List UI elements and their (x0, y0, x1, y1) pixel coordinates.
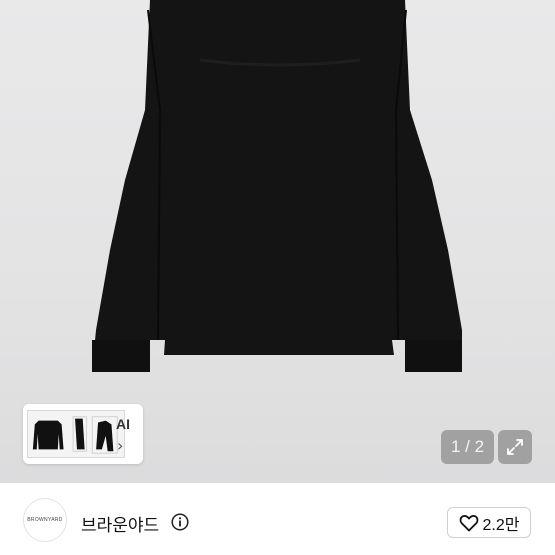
info-icon[interactable] (171, 513, 189, 531)
ai-label[interactable]: AI (116, 416, 130, 432)
thumbnail-image (27, 410, 125, 458)
expand-icon (507, 439, 523, 455)
ai-thumbnail-card[interactable] (23, 404, 143, 464)
like-button[interactable]: 2.2만 (447, 507, 531, 538)
shop-name[interactable]: 브라운야드 (81, 511, 159, 536)
image-counter: 1 / 2 (441, 430, 494, 464)
like-count: 2.2만 (482, 516, 520, 534)
heart-icon (459, 514, 478, 531)
shop-logo[interactable]: BROWNYARD (23, 498, 67, 542)
product-image-gallery[interactable]: AI › 1 / 2 (0, 0, 555, 483)
expand-button[interactable] (498, 430, 532, 464)
shop-logo-text: BROWNYARD (27, 517, 63, 523)
chevron-right-icon[interactable]: › (117, 436, 123, 455)
